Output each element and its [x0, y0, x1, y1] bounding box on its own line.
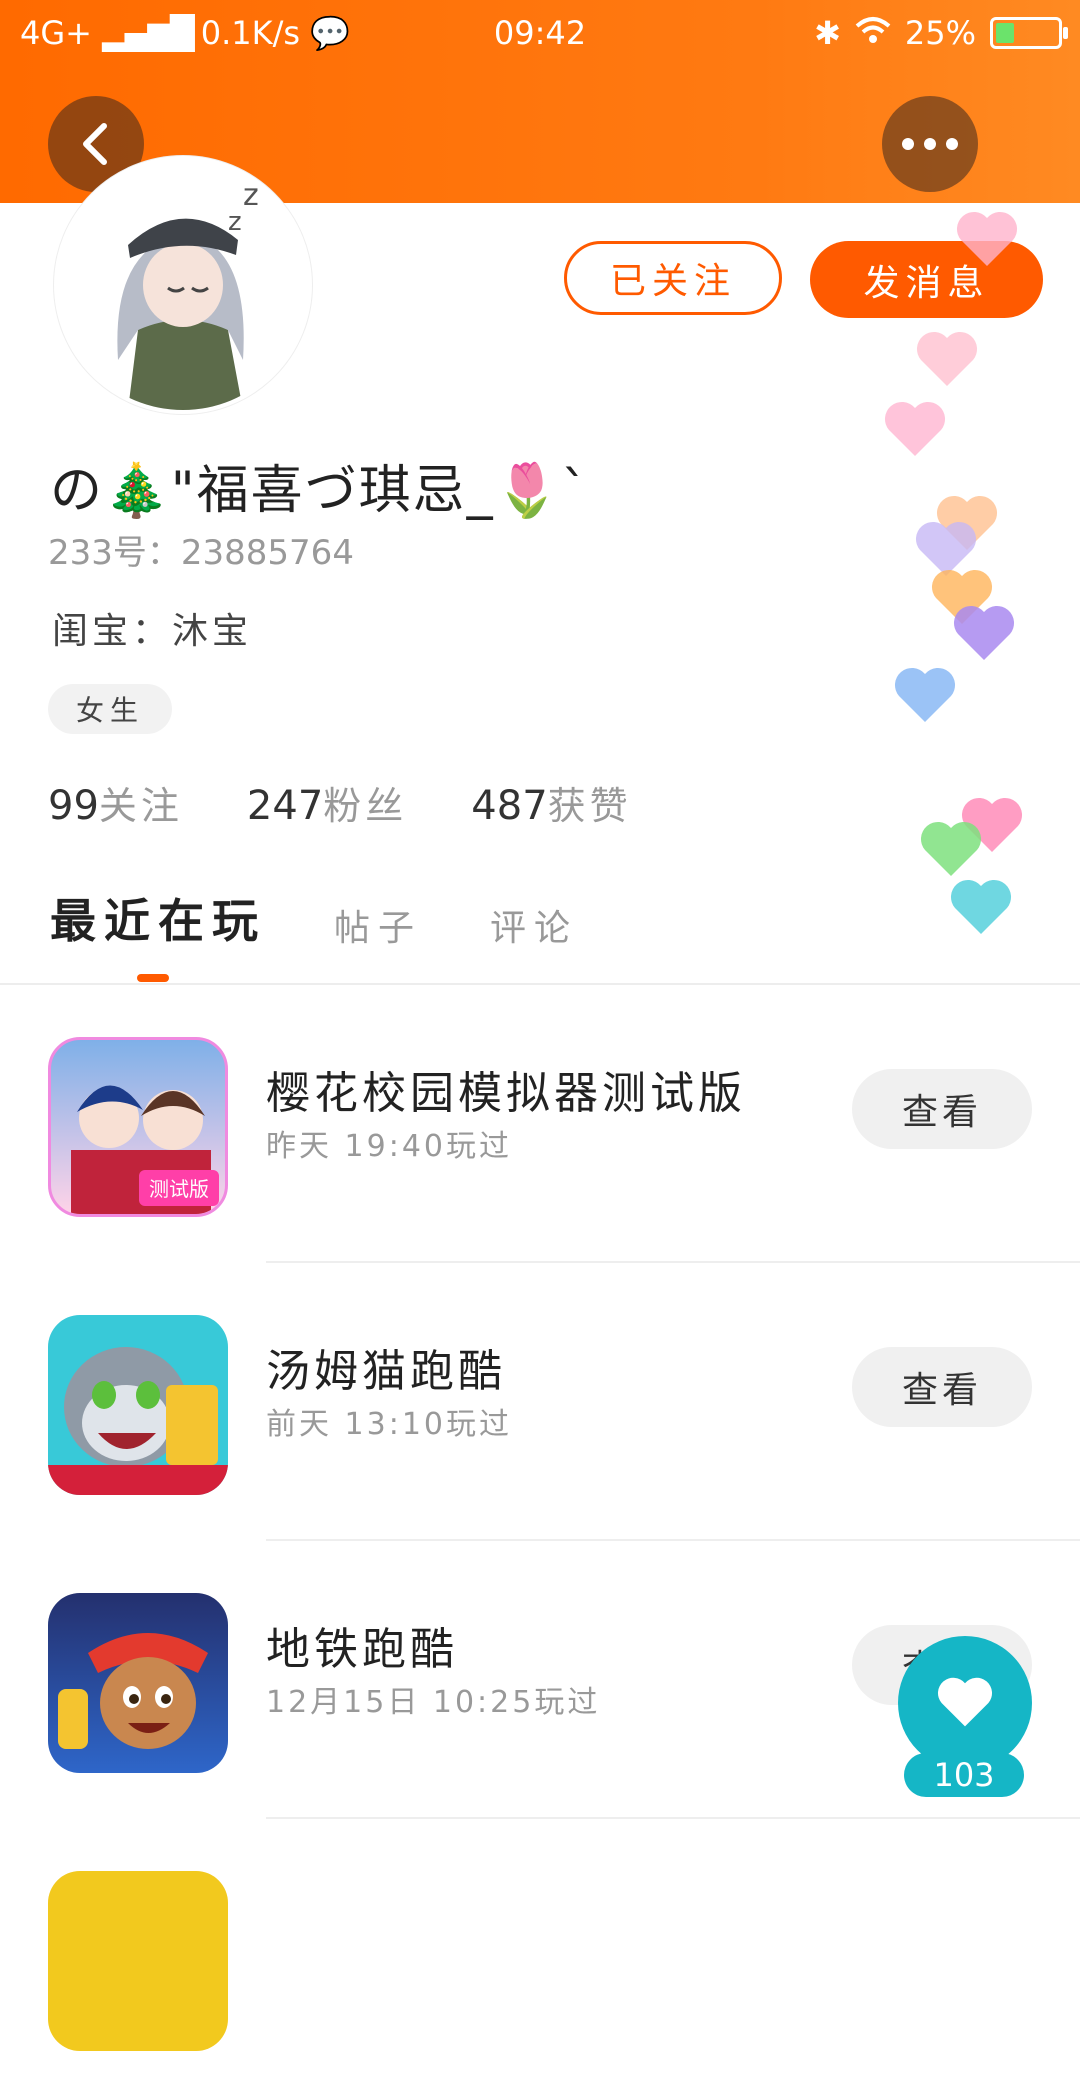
game-list-item[interactable]: 汤姆猫跑酷 前天 13:10玩过 查看: [0, 1263, 1080, 1541]
game-title: 地铁跑酷: [266, 1624, 458, 1675]
status-bar: 4G+ ▂▄▆█ 0.1K/s 💬 09:42 ✱ 25%: [0, 0, 1080, 70]
fans-stat[interactable]: 247粉丝: [247, 775, 407, 830]
username: の🎄"福喜づ琪忌_🌷`: [50, 461, 590, 521]
fans-count: 247: [246, 783, 324, 829]
sakura-school-game-icon: 测试版: [48, 1037, 228, 1217]
profile-tabs: 最近在玩 帖子 评论: [50, 885, 578, 951]
profile-stats: 99关注 247粉丝 487获赞: [48, 775, 632, 830]
game-list-item-partial[interactable]: [0, 1819, 1080, 2097]
tab-recently-played[interactable]: 最近在玩: [50, 885, 266, 951]
gender-tag: 女生: [48, 684, 173, 734]
following-label: 关注: [98, 784, 183, 828]
heart-icon: [884, 401, 946, 456]
likes-count: 487: [471, 783, 548, 829]
test-version-badge: 测试版: [149, 1177, 209, 1201]
more-dots-icon: [902, 138, 958, 150]
game-list-item[interactable]: 测试版 樱花校园模拟器测试版 昨天 19:40玩过 查看: [0, 985, 1080, 1263]
view-game-button[interactable]: 查看: [852, 1069, 1032, 1149]
status-right: ✱ 25%: [814, 14, 1068, 52]
game-title: 汤姆猫跑酷: [266, 1346, 506, 1397]
game-title: 樱花校园模拟器测试版: [266, 1068, 746, 1119]
heart-icon: [953, 605, 1015, 660]
like-button[interactable]: [898, 1636, 1032, 1770]
heart-icon: [937, 1677, 993, 1727]
heart-icon: [956, 211, 1018, 266]
view-game-button[interactable]: 查看: [852, 1347, 1032, 1427]
tab-comments[interactable]: 评论: [490, 899, 578, 951]
heart-icon: [916, 331, 978, 386]
following-stat[interactable]: 99关注: [48, 775, 183, 830]
battery-percent: 25%: [904, 14, 976, 52]
likes-label: 获赞: [547, 784, 632, 828]
heart-icon: [894, 667, 956, 722]
user-id: 233号：23885764: [48, 533, 354, 573]
likes-stat[interactable]: 487获赞: [471, 775, 631, 830]
svg-text:z: z: [228, 207, 242, 237]
avatar-image: z z: [58, 160, 308, 410]
wifi-icon: [855, 14, 891, 52]
game-icon-partial: [48, 1871, 228, 2051]
heart-icon: [950, 879, 1012, 934]
heart-icon: [920, 821, 982, 876]
more-options-button[interactable]: [882, 96, 978, 192]
chevron-left-icon: [83, 123, 107, 165]
following-count: 99: [48, 783, 99, 829]
active-tab-indicator: [137, 974, 169, 982]
svg-text:z: z: [243, 178, 259, 213]
bluetooth-icon: ✱: [814, 14, 841, 52]
bestie-info: 闺宝：沐宝: [52, 611, 253, 652]
like-count: 103: [904, 1753, 1024, 1797]
tom-cat-runner-game-icon: [48, 1315, 228, 1495]
game-last-played: 前天 13:10玩过: [266, 1407, 512, 1442]
subway-surfers-game-icon: [48, 1593, 228, 1773]
battery-icon: [990, 17, 1068, 49]
avatar[interactable]: z z: [54, 156, 312, 414]
game-last-played: 昨天 19:40玩过: [266, 1129, 512, 1164]
fans-label: 粉丝: [323, 784, 408, 828]
game-last-played: 12月15日 10:25玩过: [266, 1685, 601, 1720]
followed-button[interactable]: 已关注: [564, 241, 782, 315]
tab-posts[interactable]: 帖子: [334, 899, 422, 951]
